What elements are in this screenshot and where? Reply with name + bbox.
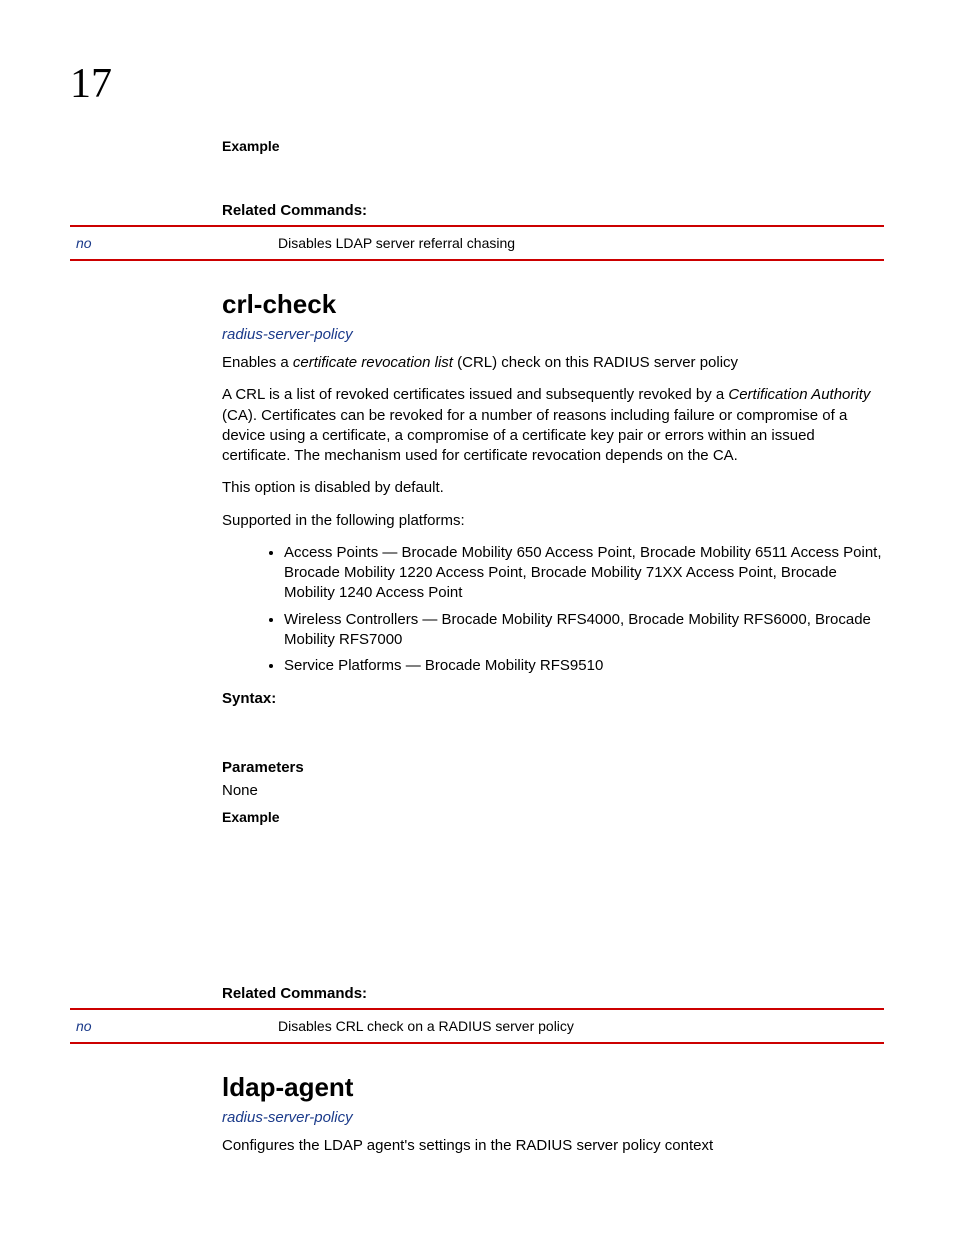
related-commands-heading-1: Related Commands:: [222, 202, 884, 219]
crl-disabled-note: This option is disabled by default.: [222, 478, 884, 498]
ldap-description-text: Configures the LDAP agent's settings in …: [222, 1136, 884, 1156]
chapter-number: 17: [70, 60, 884, 108]
table-row: no Disables LDAP server referral chasing: [70, 226, 884, 260]
table-row: no Disables CRL check on a RADIUS server…: [70, 1009, 884, 1043]
crl-description-text: A CRL is a list of revoked certificates …: [222, 385, 884, 466]
section-1-content: Example Related Commands:: [222, 138, 884, 219]
policy-link-ldap[interactable]: radius-server-policy: [222, 1109, 884, 1126]
list-item: Wireless Controllers — Brocade Mobility …: [284, 610, 884, 651]
command-link-no-2[interactable]: no: [70, 1009, 272, 1043]
command-description-2: Disables CRL check on a RADIUS server po…: [272, 1009, 884, 1043]
related-commands-table-2: no Disables CRL check on a RADIUS server…: [70, 1008, 884, 1044]
parameters-value: None: [222, 782, 884, 799]
platforms-list: Access Points — Brocade Mobility 650 Acc…: [222, 543, 884, 677]
crl-supported-label: Supported in the following platforms:: [222, 511, 884, 531]
ldap-agent-heading: ldap-agent: [222, 1072, 884, 1103]
document-page: 17 Example Related Commands: no Disables…: [0, 0, 954, 1229]
example-heading-1: Example: [222, 138, 884, 154]
crl-intro-text: Enables a certificate revocation list (C…: [222, 353, 884, 373]
crl-check-heading: crl-check: [222, 289, 884, 320]
policy-link-crl[interactable]: radius-server-policy: [222, 326, 884, 343]
command-link-no[interactable]: no: [70, 226, 272, 260]
related-commands-table-1: no Disables LDAP server referral chasing: [70, 225, 884, 261]
syntax-heading: Syntax:: [222, 690, 884, 707]
list-item: Access Points — Brocade Mobility 650 Acc…: [284, 543, 884, 604]
related-commands-heading-2: Related Commands:: [222, 985, 884, 1002]
ldap-agent-section: ldap-agent radius-server-policy Configur…: [222, 1072, 884, 1156]
crl-check-section: crl-check radius-server-policy Enables a…: [222, 289, 884, 1002]
example-heading-2: Example: [222, 809, 884, 825]
command-description: Disables LDAP server referral chasing: [272, 226, 884, 260]
parameters-heading: Parameters: [222, 759, 884, 776]
list-item: Service Platforms — Brocade Mobility RFS…: [284, 656, 884, 676]
